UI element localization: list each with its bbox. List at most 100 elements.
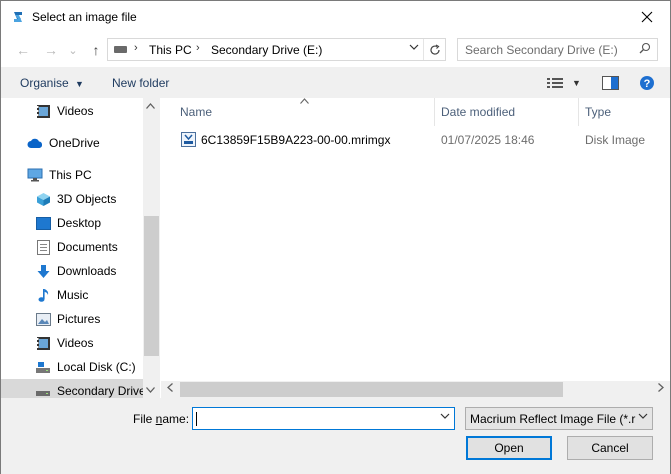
sidebar-item-this-pc[interactable]: This PC	[1, 163, 143, 187]
forward-button[interactable]: →	[41, 41, 61, 59]
up-button[interactable]: ↑	[86, 41, 106, 59]
dropdown-triangle-icon: ▼	[572, 78, 581, 88]
sidebar-scrollbar[interactable]	[143, 98, 160, 398]
download-icon	[35, 263, 51, 279]
sidebar-item-label: Music	[57, 288, 89, 302]
sidebar-item-label: This PC	[49, 168, 92, 182]
file-list-horizontal-scrollbar[interactable]	[161, 381, 670, 398]
sidebar-item-videos-quick[interactable]: Videos	[1, 99, 143, 123]
scroll-down-arrow-icon[interactable]	[146, 385, 155, 395]
file-date: 01/07/2025 18:46	[441, 133, 535, 147]
file-type-select[interactable]: Macrium Reflect Image File (*.r	[465, 407, 653, 430]
scroll-up-arrow-icon[interactable]	[146, 101, 155, 111]
navigation-pane: Videos OneDrive This PC 3D Objects Deskt…	[1, 98, 160, 403]
breadcrumb-separator: ›	[196, 42, 200, 54]
file-dialog: Select an image file ← → ⌄ ↑ › This PC ›…	[0, 0, 671, 474]
file-name: 6C13859F15B9A223-00-00.mrimgx	[201, 133, 391, 147]
desktop-icon	[35, 215, 51, 231]
video-folder-icon	[35, 335, 51, 351]
file-type-dropdown-button[interactable]	[636, 411, 648, 424]
cancel-button[interactable]: Cancel	[567, 436, 653, 460]
file-name-label-part: ame:	[162, 412, 190, 426]
refresh-button[interactable]	[423, 39, 445, 60]
refresh-icon	[429, 43, 440, 55]
scroll-left-arrow-icon[interactable]	[167, 383, 173, 394]
sidebar-item-label: Desktop	[57, 216, 102, 230]
sidebar-item-label: OneDrive	[49, 136, 100, 150]
search-box[interactable]: Search Secondary Drive (E:)	[457, 38, 658, 61]
chevron-down-icon: ⌄	[68, 44, 78, 57]
title-bar: Select an image file	[1, 1, 670, 33]
music-icon	[35, 287, 51, 303]
up-arrow-icon: ↑	[92, 42, 100, 58]
sidebar-item-label: Documents	[57, 240, 118, 254]
sidebar-item-videos[interactable]: Videos	[1, 331, 143, 355]
scrollbar-thumb[interactable]	[144, 216, 159, 356]
chevron-down-icon	[638, 413, 648, 419]
sort-ascending-icon	[300, 96, 309, 107]
dropdown-triangle-icon: ▼	[75, 79, 84, 89]
address-dropdown-button[interactable]	[409, 42, 419, 55]
sidebar-item-3d-objects[interactable]: 3D Objects	[1, 187, 143, 211]
file-name-label: File name:	[133, 412, 189, 426]
view-options-button[interactable]: ▼	[547, 74, 581, 92]
sidebar-item-downloads[interactable]: Downloads	[1, 259, 143, 283]
open-button[interactable]: Open	[466, 436, 552, 460]
scroll-right-arrow-icon[interactable]	[658, 383, 664, 394]
picture-icon	[35, 311, 51, 327]
details-view-icon	[547, 78, 563, 88]
recent-locations-button[interactable]: ⌄	[63, 41, 83, 59]
dialog-footer: File name: Macrium Reflect Image File (*…	[1, 398, 670, 474]
file-name-label-part: File	[133, 412, 156, 426]
disk-image-icon	[181, 132, 196, 150]
file-type-value: Macrium Reflect Image File (*.r	[470, 412, 636, 426]
column-divider[interactable]	[434, 98, 435, 126]
document-icon	[35, 239, 51, 255]
file-list: Name Date modified Type 6C13859F15B9A223…	[161, 98, 670, 398]
text-caret	[196, 412, 197, 426]
preview-pane-button[interactable]	[602, 74, 619, 92]
back-button[interactable]: ←	[13, 41, 33, 59]
preview-pane-icon	[602, 76, 619, 90]
file-name-input[interactable]	[193, 408, 433, 429]
organise-menu[interactable]: Organise ▼	[20, 76, 84, 90]
sidebar-item-label: Local Disk (C:)	[57, 360, 136, 374]
search-placeholder: Search Secondary Drive (E:)	[465, 43, 618, 57]
sidebar-item-music[interactable]: Music	[1, 283, 143, 307]
navigation-bar: ← → ⌄ ↑ › This PC › Secondary Drive (E:)…	[1, 33, 670, 67]
sidebar-item-local-disk[interactable]: Local Disk (C:)	[1, 355, 143, 379]
column-header-name[interactable]: Name	[180, 98, 212, 126]
breadcrumb-secondary-drive[interactable]: Secondary Drive (E:)	[211, 43, 322, 57]
new-folder-button[interactable]: New folder	[112, 76, 169, 90]
svg-text:?: ?	[644, 78, 651, 90]
file-type: Disk Image	[585, 133, 646, 147]
cube-icon	[35, 191, 51, 207]
sidebar-item-label: Videos	[57, 336, 94, 350]
address-bar[interactable]: › This PC › Secondary Drive (E:)	[107, 38, 446, 61]
command-bar: Organise ▼ New folder ▼ ?	[1, 67, 670, 98]
chevron-down-icon	[440, 413, 450, 419]
cloud-icon	[27, 135, 43, 151]
help-button[interactable]: ?	[639, 74, 655, 92]
breadcrumb-this-pc[interactable]: This PC	[149, 43, 192, 57]
file-name-dropdown-button[interactable]	[440, 411, 450, 424]
column-header-type[interactable]: Type	[585, 98, 611, 126]
column-header-date[interactable]: Date modified	[441, 98, 515, 126]
file-name-combobox[interactable]	[192, 407, 455, 430]
window-title: Select an image file	[32, 10, 137, 24]
close-button[interactable]	[624, 1, 670, 33]
column-divider[interactable]	[578, 98, 579, 126]
sidebar-item-desktop[interactable]: Desktop	[1, 211, 143, 235]
drive-icon	[114, 46, 127, 53]
breadcrumb-separator: ›	[134, 42, 138, 54]
video-folder-icon	[35, 103, 51, 119]
sidebar-item-onedrive[interactable]: OneDrive	[1, 131, 143, 155]
sidebar-item-label: Secondary Drive	[57, 384, 143, 398]
local-disk-icon	[35, 359, 51, 375]
scrollbar-thumb[interactable]	[180, 382, 563, 397]
organise-label: Organise	[20, 76, 69, 90]
sidebar-item-documents[interactable]: Documents	[1, 235, 143, 259]
file-row[interactable]: 6C13859F15B9A223-00-00.mrimgx 01/07/2025…	[161, 129, 670, 151]
help-icon: ?	[640, 76, 654, 90]
sidebar-item-pictures[interactable]: Pictures	[1, 307, 143, 331]
